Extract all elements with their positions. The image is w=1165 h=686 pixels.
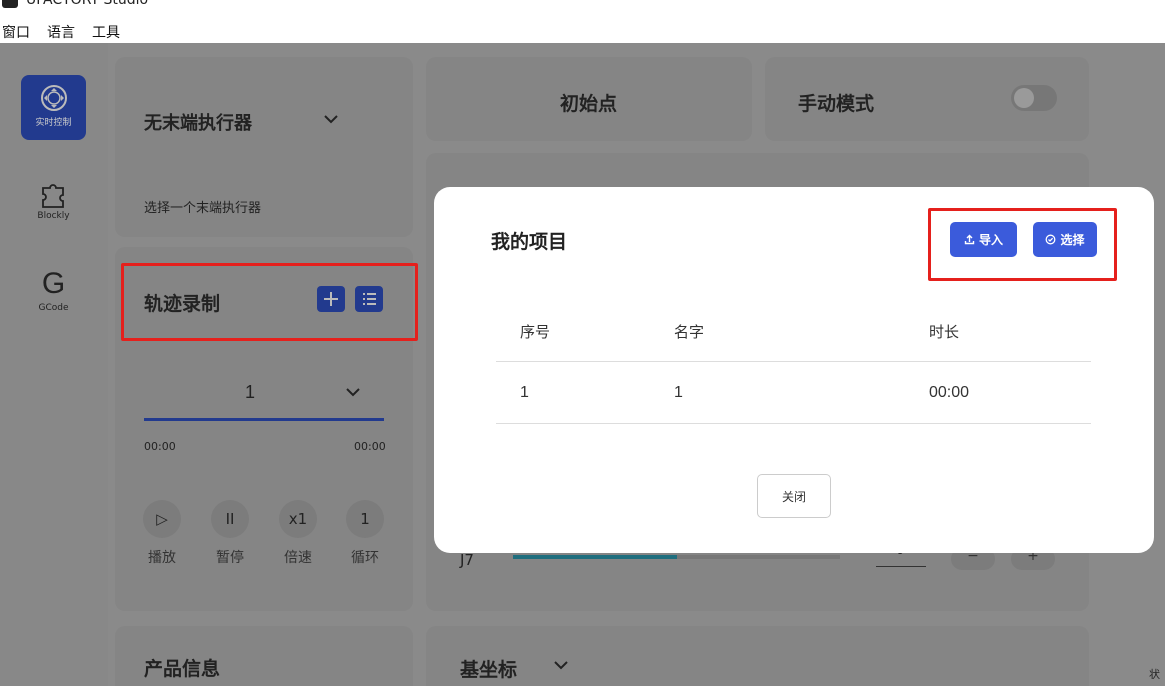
- manual-mode-label: 手动模式: [798, 93, 875, 115]
- puzzle-icon: [41, 184, 64, 208]
- sidebar: 实时控制 Blockly G GCode: [0, 43, 108, 686]
- speed-button[interactable]: x1: [279, 500, 317, 538]
- home-card[interactable]: 初始点: [426, 57, 752, 141]
- check-circle-icon: [1046, 234, 1056, 245]
- window-title: UFACTORY Studio: [26, 0, 149, 8]
- joint-label: J7: [460, 551, 474, 569]
- pause-label: 暂停: [216, 550, 244, 566]
- app-logo-icon: [2, 0, 18, 8]
- my-projects-dialog: 我的项目 导入 选择 序号 名字 时长 1 1 00:00 关闭: [434, 187, 1154, 553]
- home-position-label: 初始点: [560, 93, 618, 115]
- play-button[interactable]: ▷: [143, 500, 181, 538]
- g-letter-icon: G: [41, 267, 66, 300]
- row-duration: 00:00: [929, 384, 970, 401]
- row-index: 1: [520, 384, 529, 401]
- trajectory-select[interactable]: 1: [245, 382, 255, 403]
- manual-mode-toggle[interactable]: [1011, 85, 1057, 111]
- end-effector-select[interactable]: 无末端执行器: [144, 109, 252, 135]
- upload-icon: [964, 234, 975, 245]
- sidebar-item-label: 实时控制: [35, 118, 72, 128]
- list-icon: [363, 293, 376, 305]
- sidebar-item-label: GCode: [38, 303, 69, 313]
- import-label: 导入: [978, 233, 1003, 247]
- product-info-card: 产品信息: [115, 626, 413, 686]
- window-titlebar: UFACTORY Studio: [0, 0, 1165, 20]
- pause-icon: II: [225, 510, 235, 528]
- plus-icon: [324, 292, 338, 306]
- play-icon: ▷: [156, 510, 168, 528]
- table-row-divider: [496, 423, 1091, 424]
- coordinate-card: 基坐标: [426, 626, 1089, 686]
- manual-mode-card: 手动模式: [765, 57, 1089, 141]
- menu-tools[interactable]: 工具: [92, 22, 120, 42]
- coordinate-select[interactable]: 基坐标: [460, 655, 517, 682]
- sidebar-item-gcode[interactable]: G GCode: [21, 263, 86, 328]
- speed-label: 倍速: [284, 550, 312, 566]
- joint-value-underline: [876, 566, 926, 567]
- select-label: 选择: [1060, 233, 1085, 247]
- loop-label: 循环: [351, 550, 379, 566]
- joint-slider-fill: [513, 555, 677, 559]
- import-button[interactable]: 导入: [950, 222, 1017, 257]
- time-start: 00:00: [144, 440, 176, 453]
- menubar: 窗口 语言 工具: [0, 20, 1165, 43]
- row-name: 1: [674, 384, 683, 401]
- end-effector-card: 无末端执行器 选择一个末端执行器: [115, 57, 413, 237]
- chevron-down-icon[interactable]: [323, 113, 339, 125]
- gamepad-icon: [40, 85, 67, 111]
- menu-language[interactable]: 语言: [47, 22, 75, 42]
- status-label-fragment: 状: [1149, 668, 1160, 681]
- loop-button[interactable]: 1: [346, 500, 384, 538]
- sidebar-item-label: Blockly: [37, 211, 70, 221]
- select-button[interactable]: 选择: [1033, 222, 1097, 257]
- joint-slider[interactable]: [513, 555, 840, 559]
- menu-window[interactable]: 窗口: [2, 22, 30, 42]
- sidebar-item-blockly[interactable]: Blockly: [21, 171, 86, 236]
- trajectory-title: 轨迹录制: [144, 293, 221, 315]
- pause-button[interactable]: II: [211, 500, 249, 538]
- column-header-index: 序号: [520, 323, 551, 341]
- toggle-knob: [1014, 88, 1034, 108]
- loop-value: 1: [360, 510, 370, 528]
- column-header-duration: 时长: [929, 323, 960, 341]
- table-row[interactable]: 1 1 00:00: [496, 362, 1091, 423]
- play-label: 播放: [148, 550, 176, 566]
- chevron-down-icon[interactable]: [553, 659, 569, 671]
- trajectory-progress-bar[interactable]: [144, 418, 384, 421]
- end-effector-hint: 选择一个末端执行器: [144, 201, 262, 216]
- product-info-title: 产品信息: [144, 658, 221, 680]
- close-button[interactable]: 关闭: [757, 474, 831, 518]
- trajectory-card: 轨迹录制 1 00:00 00:00 ▷ II x1 1 播放 暂停 倍速 循环: [115, 247, 413, 611]
- sidebar-item-live-control[interactable]: 实时控制: [21, 75, 86, 140]
- chevron-down-icon[interactable]: [345, 386, 361, 398]
- trajectory-list-button[interactable]: [355, 286, 383, 312]
- add-trajectory-button[interactable]: [317, 286, 345, 312]
- column-header-name: 名字: [674, 323, 705, 341]
- speed-value: x1: [288, 510, 308, 528]
- time-end: 00:00: [354, 440, 386, 453]
- dialog-title: 我的项目: [491, 231, 568, 253]
